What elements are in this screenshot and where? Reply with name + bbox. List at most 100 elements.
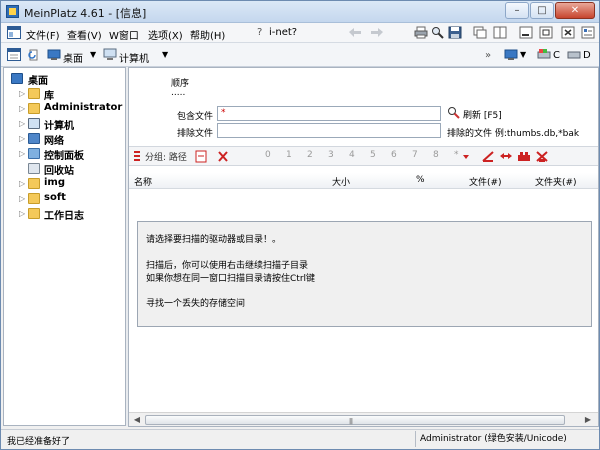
print-icon[interactable]	[414, 26, 428, 39]
back-arrow-icon[interactable]	[347, 26, 361, 39]
tree-item-administrator[interactable]: ▷ Administrator	[4, 102, 124, 116]
tree-item-img[interactable]: ▷ img	[4, 177, 124, 191]
expand-icon[interactable]: ▷	[19, 209, 25, 218]
drive-select-icon[interactable]	[504, 48, 518, 61]
inet-help-link[interactable]: i-net?	[269, 27, 297, 38]
menu-options[interactable]: 选项(X)	[148, 27, 183, 42]
location-desktop-dropdown-icon[interactable]: ▼	[90, 50, 96, 59]
info-pane: 顺序 ..... 包含文件 * 刷新 [F5] 排除文件 排除的文件 例:thu…	[128, 67, 599, 427]
level-8-button[interactable]: 8	[433, 150, 439, 160]
save-icon[interactable]	[448, 26, 462, 39]
maximize-button[interactable]: □	[530, 2, 554, 19]
group-by-path[interactable]: 分组: 路径	[145, 150, 187, 163]
expand-icon[interactable]: ▷	[19, 149, 25, 158]
menu-bar: 文件(F) 查看(V) W窗口 选项(X) 帮助(H) ? i-net?	[1, 23, 599, 43]
expand-icon[interactable]: ▷	[19, 119, 25, 128]
tree-label: 控制面板	[44, 151, 84, 162]
column-name[interactable]: 名称	[134, 175, 152, 188]
menu-file[interactable]: 文件(F)	[26, 27, 60, 42]
scrollbar-grip-icon: |||	[349, 418, 353, 425]
order-value[interactable]: .....	[171, 88, 185, 98]
network-icon	[28, 133, 40, 144]
desktop-icon	[47, 48, 61, 61]
menu-window[interactable]: W窗口	[109, 27, 139, 42]
scrollbar-thumb[interactable]: |||	[145, 415, 565, 425]
include-files-input[interactable]: *	[217, 106, 441, 121]
info-panel-icon[interactable]	[581, 26, 595, 39]
level-1-button[interactable]: 1	[286, 150, 292, 160]
refresh-icon[interactable]	[447, 106, 461, 119]
refresh-button[interactable]: 刷新 [F5]	[463, 108, 502, 121]
exclude-files-label: 排除文件	[177, 129, 214, 139]
remove-icon[interactable]	[535, 150, 549, 163]
tree-label: soft	[44, 192, 66, 203]
info-window-icon[interactable]	[7, 48, 21, 61]
tree-item-control-panel[interactable]: ▷ 控制面板	[4, 147, 124, 162]
level-5-button[interactable]: 5	[370, 150, 376, 160]
level-4-button[interactable]: 4	[349, 150, 355, 160]
level-all-button[interactable]: *	[454, 150, 459, 160]
tree-map-icon[interactable]	[517, 150, 531, 163]
level-dropdown-icon[interactable]	[462, 150, 476, 163]
level-7-button[interactable]: 7	[412, 150, 418, 160]
scroll-right-icon[interactable]: ▶	[581, 414, 595, 426]
find-icon[interactable]	[431, 26, 445, 39]
tree-item-recycle-bin[interactable]: 回收站	[4, 162, 124, 177]
close-button[interactable]: ✕	[555, 2, 595, 19]
expand-collapse-icon[interactable]	[499, 150, 513, 163]
delete-icon[interactable]	[217, 150, 231, 163]
folder-icon	[28, 208, 40, 219]
forward-arrow-icon[interactable]	[369, 26, 383, 39]
level-6-button[interactable]: 6	[391, 150, 397, 160]
exclude-files-input[interactable]	[217, 123, 441, 138]
tree-item-library[interactable]: ▷ 库	[4, 87, 124, 102]
drive-dropdown-icon[interactable]: ▼	[520, 50, 526, 59]
title-bar: MeinPlatz 4.61 - [信息] – □ ✕	[1, 1, 599, 23]
window-cascade-icon[interactable]	[473, 26, 487, 39]
drive-c-label[interactable]: C	[553, 50, 560, 61]
drive-d-icon[interactable]	[567, 48, 581, 61]
tree-item-network[interactable]: ▷ 网络	[4, 132, 124, 147]
column-percent[interactable]: %	[416, 175, 425, 185]
export-icon[interactable]	[195, 150, 209, 163]
column-folders[interactable]: 文件夹(#)	[535, 175, 577, 188]
expand-icon[interactable]: ▷	[19, 194, 25, 203]
close-mdi-icon[interactable]	[561, 26, 575, 39]
level-2-button[interactable]: 2	[307, 150, 313, 160]
exclude-files-hint: 排除的文件 例:thumbs.db,*bak	[447, 129, 580, 139]
expand-icon[interactable]: ▷	[19, 179, 25, 188]
tree-item-soft[interactable]: ▷ soft	[4, 192, 124, 206]
expand-icon[interactable]: ▷	[19, 89, 25, 98]
tree-item-worklog[interactable]: ▷ 工作日志	[4, 207, 124, 222]
restore-mdi-icon[interactable]	[539, 26, 553, 39]
location-computer-label[interactable]: 计算机	[119, 50, 149, 65]
level-0-button[interactable]: 0	[265, 150, 271, 160]
level-3-button[interactable]: 3	[328, 150, 334, 160]
prompt-line-3: 如果你想在同一窗口扫描目录请按住Ctrl键	[146, 274, 316, 284]
help-question-icon[interactable]: ?	[257, 27, 262, 38]
location-computer-dropdown-icon[interactable]: ▼	[162, 50, 168, 59]
group-icon	[132, 150, 146, 163]
window-menu-icon[interactable]	[7, 26, 21, 39]
drive-d-label[interactable]: D	[583, 50, 591, 61]
refresh-tree-icon[interactable]	[27, 48, 41, 61]
minimize-mdi-icon[interactable]	[519, 26, 533, 39]
drive-c-icon[interactable]	[537, 48, 551, 61]
toolbar-overflow-icon[interactable]: »	[485, 50, 491, 61]
column-files[interactable]: 文件(#)	[469, 175, 502, 188]
column-size[interactable]: 大小	[332, 175, 350, 188]
window-tile-icon[interactable]	[493, 26, 507, 39]
sort-icon[interactable]	[481, 150, 495, 163]
tree-item-computer[interactable]: ▷ 计算机	[4, 117, 124, 132]
location-desktop-label[interactable]: 桌面	[63, 50, 83, 65]
scroll-left-icon[interactable]: ◀	[130, 414, 144, 426]
location-toolbar: 桌面 ▼ 计算机 ▼ » ▼ C D	[1, 43, 599, 67]
menu-view[interactable]: 查看(V)	[67, 27, 102, 42]
menu-help[interactable]: 帮助(H)	[190, 27, 225, 42]
minimize-button[interactable]: –	[505, 2, 529, 19]
tree-label: img	[44, 177, 66, 188]
list-toolbar: 分组: 路径 0 1 2 3 4 5 6 7 8 *	[129, 146, 598, 166]
expand-icon[interactable]: ▷	[19, 134, 25, 143]
horizontal-scrollbar[interactable]: ◀ ||| ▶	[129, 412, 598, 426]
expand-icon[interactable]: ▷	[19, 104, 25, 113]
